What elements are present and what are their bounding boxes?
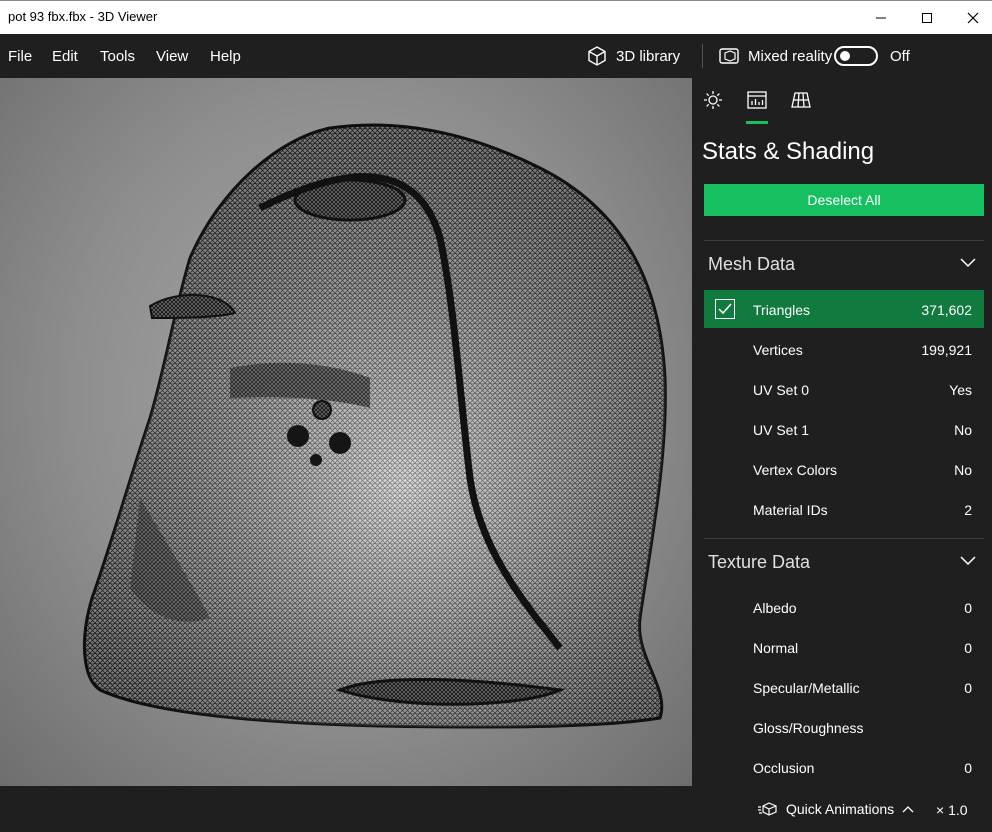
menu-help[interactable]: Help <box>210 48 241 65</box>
stat-value: 0 <box>964 760 972 776</box>
toolbar-divider <box>702 44 703 68</box>
stat-row-triangles[interactable]: Triangles 371,602 <box>704 290 984 328</box>
stat-row-occlusion[interactable]: Occlusion 0 <box>704 748 984 786</box>
maximize-icon <box>922 13 932 23</box>
texture-data-header[interactable]: Texture Data <box>704 548 984 578</box>
mixed-reality-icon <box>719 48 739 64</box>
stat-value: 0 <box>964 600 972 616</box>
status-bar: Quick Animations × 1.0 <box>0 786 992 832</box>
stat-name: Gloss/Roughness <box>753 720 864 736</box>
close-button[interactable] <box>950 1 992 35</box>
stat-row-material-ids[interactable]: Material IDs 2 <box>704 490 984 528</box>
section-divider <box>704 538 984 539</box>
3d-viewport[interactable] <box>0 78 692 786</box>
stat-name: Normal <box>753 640 799 656</box>
3d-library-label: 3D library <box>616 47 681 65</box>
quick-animations-label: Quick Animations <box>786 801 895 817</box>
tab-grid[interactable] <box>786 90 816 124</box>
stat-row-specular-metallic[interactable]: Specular/Metallic 0 <box>704 668 984 706</box>
menu-bar: File Edit Tools View Help 3D library Mix… <box>0 34 992 78</box>
stat-value: 0 <box>964 680 972 696</box>
stats-panel: Stats & Shading Deselect All Mesh Data T… <box>692 78 992 786</box>
menu-view[interactable]: View <box>156 48 188 65</box>
mesh-data-header[interactable]: Mesh Data <box>704 250 984 280</box>
window-title: pot 93 fbx.fbx - 3D Viewer <box>8 9 158 24</box>
3d-library-button[interactable]: 3D library <box>586 44 680 68</box>
maximize-button[interactable] <box>904 1 950 35</box>
deselect-all-button[interactable]: Deselect All <box>704 184 984 216</box>
stat-value: 199,921 <box>921 342 972 358</box>
chevron-up-icon <box>902 806 914 813</box>
cube-icon <box>588 46 606 66</box>
section-divider <box>704 240 984 241</box>
stat-row-albedo[interactable]: Albedo 0 <box>704 588 984 626</box>
stat-value: Yes <box>949 382 972 398</box>
stat-value: 2 <box>964 502 972 518</box>
stat-value: No <box>954 462 972 478</box>
animation-speed[interactable]: × 1.0 <box>936 802 968 818</box>
stat-name: UV Set 0 <box>753 382 810 398</box>
mixed-reality-label: Mixed reality <box>748 47 833 65</box>
mixed-reality-toggle[interactable] <box>834 46 878 66</box>
menu-tools[interactable]: Tools <box>100 48 135 65</box>
stat-name: Occlusion <box>753 760 815 776</box>
stat-row-uv-set-1[interactable]: UV Set 1 No <box>704 410 984 448</box>
chevron-down-icon <box>960 258 976 268</box>
quick-animations-button[interactable]: Quick Animations <box>758 801 914 817</box>
stat-row-gloss-roughness[interactable]: Gloss/Roughness <box>704 708 984 746</box>
minimize-icon <box>876 17 886 19</box>
stat-name: UV Set 1 <box>753 422 810 438</box>
stat-row-normal[interactable]: Normal 0 <box>704 628 984 666</box>
grid-icon <box>791 92 811 108</box>
stat-name: Vertices <box>753 342 803 358</box>
stat-name: Material IDs <box>753 502 828 518</box>
toggle-state-label: Off <box>890 48 910 65</box>
stat-name: Specular/Metallic <box>753 680 860 696</box>
wireframe-model[interactable] <box>0 78 692 786</box>
tab-stats[interactable] <box>742 90 772 124</box>
menu-file[interactable]: File <box>8 48 32 65</box>
toggle-knob <box>840 51 850 61</box>
stat-name: Vertex Colors <box>753 462 838 478</box>
panel-title: Stats & Shading <box>702 138 875 165</box>
checkbox[interactable] <box>715 299 735 319</box>
checkmark-icon <box>718 303 732 315</box>
stat-value: 0 <box>964 640 972 656</box>
stat-row-vertex-colors[interactable]: Vertex Colors No <box>704 450 984 488</box>
stat-row-uv-set-0[interactable]: UV Set 0 Yes <box>704 370 984 408</box>
stat-value: No <box>954 422 972 438</box>
minimize-button[interactable] <box>858 1 904 35</box>
stat-name: Triangles <box>753 302 811 318</box>
animation-cube-icon <box>758 802 777 816</box>
mixed-reality-button[interactable]: Mixed reality <box>718 44 832 68</box>
title-bar: pot 93 fbx.fbx - 3D Viewer <box>0 0 992 34</box>
stat-row-vertices[interactable]: Vertices 199,921 <box>704 330 984 368</box>
texture-data-label: Texture Data <box>708 552 811 572</box>
close-icon <box>967 12 979 24</box>
stat-name: Albedo <box>753 600 797 616</box>
lighting-icon <box>704 91 722 109</box>
tab-lighting[interactable] <box>698 90 728 124</box>
menu-edit[interactable]: Edit <box>52 48 78 65</box>
mesh-data-label: Mesh Data <box>708 254 796 274</box>
chevron-down-icon <box>960 556 976 566</box>
stat-value: 371,602 <box>921 302 972 318</box>
stats-icon <box>747 91 767 109</box>
